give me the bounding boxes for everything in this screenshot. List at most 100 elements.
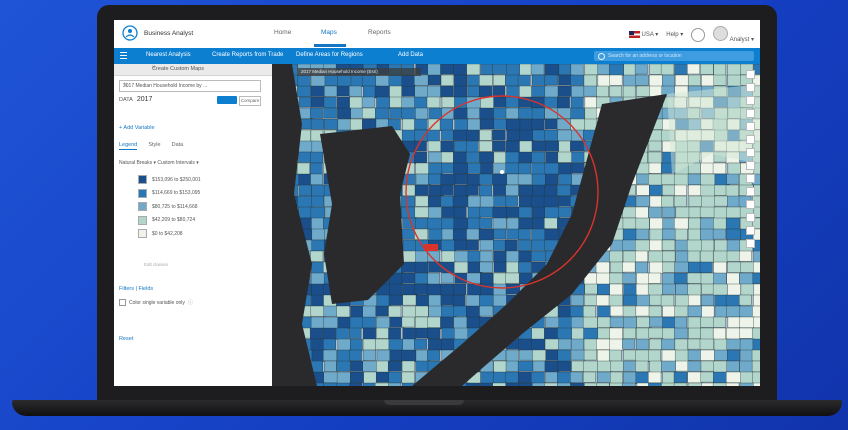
census-tract[interactable] — [570, 382, 585, 386]
census-tract[interactable] — [570, 118, 586, 131]
census-tract[interactable] — [739, 250, 752, 262]
nav-maps[interactable]: Maps — [321, 29, 337, 36]
census-tract[interactable] — [700, 184, 716, 198]
census-tract[interactable] — [388, 327, 401, 340]
census-tract[interactable] — [609, 261, 625, 273]
choropleth-map[interactable] — [272, 64, 760, 386]
census-tract[interactable] — [441, 129, 456, 141]
census-tract[interactable] — [428, 151, 443, 163]
census-tract[interactable] — [441, 162, 455, 174]
census-tract[interactable] — [661, 349, 677, 362]
census-tract[interactable] — [662, 217, 677, 230]
nav-reports[interactable]: Reports — [368, 29, 391, 36]
census-tract[interactable] — [571, 327, 585, 340]
census-tract[interactable] — [414, 85, 428, 99]
census-tract[interactable] — [558, 206, 572, 218]
census-tract[interactable] — [454, 250, 469, 263]
census-tract[interactable] — [544, 206, 560, 219]
census-tract[interactable] — [362, 118, 377, 130]
census-tract[interactable] — [309, 327, 324, 340]
census-tract[interactable] — [518, 206, 532, 218]
census-tract[interactable] — [452, 228, 467, 241]
census-tract[interactable] — [647, 151, 662, 164]
census-tract[interactable] — [557, 107, 572, 119]
census-tract[interactable] — [661, 173, 675, 186]
census-tract[interactable] — [492, 64, 507, 75]
census-tract[interactable] — [505, 140, 521, 154]
census-tract[interactable] — [674, 305, 689, 317]
census-tract[interactable] — [414, 272, 430, 284]
census-tract[interactable] — [454, 173, 468, 185]
census-tract[interactable] — [323, 382, 337, 386]
census-tract[interactable] — [661, 195, 674, 208]
census-tract[interactable] — [701, 195, 716, 208]
census-tract[interactable] — [609, 64, 624, 76]
census-tract[interactable] — [648, 371, 662, 384]
census-tract[interactable] — [687, 371, 703, 384]
census-tract[interactable] — [596, 382, 610, 386]
census-tract[interactable] — [648, 272, 662, 284]
census-tract[interactable] — [454, 74, 468, 87]
census-tract[interactable] — [688, 327, 701, 340]
census-tract[interactable] — [597, 349, 610, 362]
census-tract[interactable] — [699, 217, 715, 230]
census-tract[interactable] — [389, 349, 403, 361]
census-tract[interactable] — [361, 96, 375, 108]
census-tract[interactable] — [506, 261, 519, 274]
census-tract[interactable] — [479, 305, 493, 317]
census-tract[interactable] — [714, 239, 729, 252]
census-tract[interactable] — [478, 217, 493, 229]
census-tract[interactable] — [675, 250, 689, 263]
census-tract[interactable] — [452, 294, 466, 307]
census-tract[interactable] — [661, 74, 675, 87]
census-tract[interactable] — [687, 64, 700, 75]
census-tract[interactable] — [453, 206, 467, 220]
census-tract[interactable] — [635, 228, 650, 240]
census-tract[interactable] — [661, 228, 677, 241]
census-tract[interactable] — [687, 173, 703, 186]
census-tract[interactable] — [713, 360, 729, 373]
census-tract[interactable] — [558, 316, 573, 330]
census-tract[interactable] — [674, 272, 689, 284]
census-tract[interactable] — [505, 382, 521, 386]
census-tract[interactable] — [648, 327, 664, 339]
census-tract[interactable] — [739, 327, 755, 339]
census-tract[interactable] — [388, 305, 402, 318]
census-tract[interactable] — [374, 85, 390, 99]
census-tract[interactable] — [428, 294, 443, 307]
census-tract[interactable] — [714, 305, 729, 318]
census-tract[interactable] — [531, 250, 546, 262]
census-tract[interactable] — [753, 316, 760, 328]
census-tract[interactable] — [454, 261, 469, 274]
census-tract[interactable] — [493, 118, 509, 130]
census-tract[interactable] — [363, 371, 377, 384]
census-tract[interactable] — [727, 283, 741, 297]
census-tract[interactable] — [739, 272, 755, 286]
census-tract[interactable] — [635, 206, 649, 220]
census-tract[interactable] — [674, 261, 690, 273]
census-tract[interactable] — [635, 305, 651, 317]
census-tract[interactable] — [337, 107, 352, 119]
census-tract[interactable] — [440, 316, 454, 330]
census-tract[interactable] — [362, 316, 376, 329]
census-tract[interactable] — [675, 206, 690, 219]
census-tract[interactable] — [739, 338, 755, 351]
variable-selector[interactable]: 2017 Median Household Income by ... ✎ — [119, 80, 261, 92]
census-tract[interactable] — [518, 338, 532, 351]
census-tract[interactable] — [362, 360, 377, 372]
census-tract[interactable] — [544, 96, 559, 108]
tab-data[interactable]: Data — [172, 142, 184, 150]
census-tract[interactable] — [688, 206, 702, 219]
census-tract[interactable] — [530, 64, 545, 75]
census-tract[interactable] — [323, 371, 339, 383]
census-tract[interactable] — [323, 305, 338, 317]
single-variable-option[interactable]: Color single variable only ⓘ — [119, 299, 193, 306]
census-tract[interactable] — [479, 151, 494, 163]
census-tract[interactable] — [675, 294, 691, 307]
census-tract[interactable] — [713, 74, 727, 86]
census-tract[interactable] — [610, 305, 624, 317]
census-tract[interactable] — [427, 74, 442, 86]
census-tract[interactable] — [465, 239, 479, 251]
census-tract[interactable] — [609, 382, 625, 386]
census-tract[interactable] — [454, 118, 469, 132]
